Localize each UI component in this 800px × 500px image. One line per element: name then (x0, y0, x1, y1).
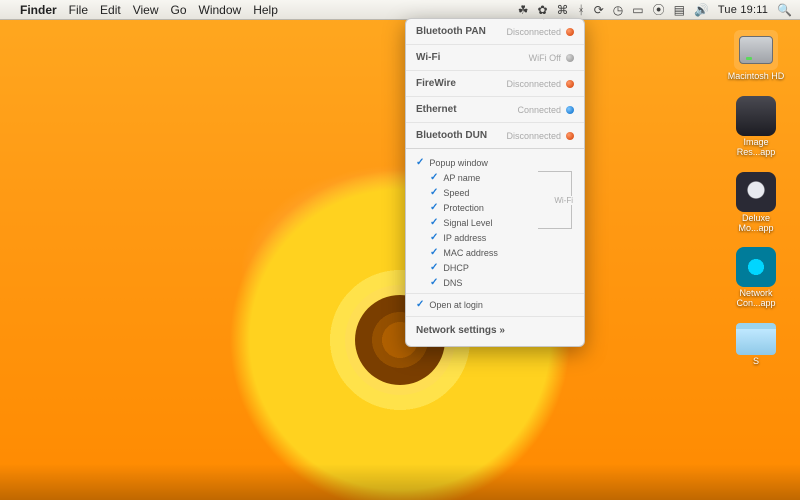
menu-bar-right: ☘ ✿ ⌘ ᚼ ⟳ ◷ ▭ ⦿ ▤ 🔊 Tue 19:11 🔍 (518, 1, 792, 18)
interface-row-bluetooth-dun[interactable]: Bluetooth DUN Disconnected (406, 123, 584, 149)
option-label: MAC address (443, 248, 498, 258)
interface-name: Bluetooth DUN (416, 130, 487, 141)
interface-status: Connected (517, 105, 574, 115)
interface-status: WiFi Off (529, 53, 574, 63)
wifi-options-bracket: Wi-Fi (538, 171, 572, 229)
status-dot-icon (566, 28, 574, 36)
option-label: AP name (443, 173, 480, 183)
check-icon: ✓ (430, 277, 438, 288)
check-icon: ✓ (430, 202, 438, 213)
interface-status: Disconnected (506, 27, 574, 37)
wifi-icon[interactable]: ⦿ (653, 1, 665, 18)
option-label: Protection (443, 203, 484, 213)
volume-icon[interactable]: 🔊 (694, 3, 709, 17)
menu-bar: Finder File Edit View Go Window Help ☘ ✿… (0, 0, 800, 20)
menu-view[interactable]: View (133, 3, 159, 17)
option-label: DNS (443, 278, 462, 288)
interface-name: FireWire (416, 78, 456, 89)
option-mac-address[interactable]: ✓ MAC address (416, 245, 574, 260)
status-dot-icon (566, 54, 574, 62)
desktop-icon-network-con-app[interactable]: Network Con...app (720, 247, 792, 309)
check-icon: ✓ (430, 187, 438, 198)
check-icon: ✓ (430, 247, 438, 258)
app-menu[interactable]: Finder (20, 3, 57, 17)
spotlight-icon[interactable]: 🔍 (777, 3, 792, 17)
status-dot-icon (566, 132, 574, 140)
folder-icon (736, 323, 776, 355)
desktop-icons: Macintosh HD Image Res...app Deluxe Mo..… (720, 30, 792, 367)
desktop-icon-image-res-app[interactable]: Image Res...app (720, 96, 792, 158)
option-popup-window[interactable]: ✓ Popup window (416, 155, 574, 170)
app-icon (736, 247, 776, 287)
status-icon[interactable]: ⌘ (557, 3, 569, 17)
interface-name: Bluetooth PAN (416, 26, 486, 37)
battery-icon[interactable]: ▭ (632, 3, 643, 17)
option-label: Speed (443, 188, 469, 198)
check-icon: ✓ (416, 157, 424, 168)
popup-options: ✓ Popup window ✓ AP name ✓ Speed ✓ Protecti… (406, 149, 584, 316)
check-icon: ✓ (430, 217, 438, 228)
sync-icon[interactable]: ⟳ (594, 3, 604, 17)
check-icon: ✓ (416, 299, 424, 310)
menu-file[interactable]: File (69, 3, 88, 17)
interface-name: Wi-Fi (416, 52, 440, 63)
status-icon[interactable]: ☘ (518, 3, 529, 17)
menu-help[interactable]: Help (253, 3, 278, 17)
input-flag-icon[interactable]: ▤ (674, 3, 685, 17)
interface-row-ethernet[interactable]: Ethernet Connected (406, 97, 584, 123)
app-icon (736, 96, 776, 136)
interface-row-firewire[interactable]: FireWire Disconnected (406, 71, 584, 97)
icon-label: Deluxe Mo...app (724, 214, 788, 234)
interface-status: Disconnected (506, 79, 574, 89)
hd-icon (734, 30, 778, 70)
check-icon: ✓ (430, 262, 438, 273)
wifi-bracket-label: Wi-Fi (552, 196, 575, 205)
menu-go[interactable]: Go (171, 3, 187, 17)
option-label: IP address (443, 233, 486, 243)
option-label: Popup window (429, 158, 488, 168)
dock-shadow (0, 464, 800, 500)
option-ip-address[interactable]: ✓ IP address (416, 230, 574, 245)
interface-status: Disconnected (506, 131, 574, 141)
option-label: Open at login (429, 300, 483, 310)
menu-edit[interactable]: Edit (100, 3, 121, 17)
timemachine-icon[interactable]: ◷ (613, 3, 623, 17)
option-open-at-login[interactable]: ✓ Open at login (416, 297, 574, 312)
bluetooth-icon[interactable]: ᚼ (578, 3, 585, 17)
network-settings-link[interactable]: Network settings (406, 316, 584, 346)
icon-label: Network Con...app (724, 289, 788, 309)
icon-label: Image Res...app (724, 138, 788, 158)
status-dot-icon (566, 80, 574, 88)
icon-label: S (753, 357, 759, 367)
desktop-icon-folder-s[interactable]: S (720, 323, 792, 367)
option-label: Signal Level (443, 218, 492, 228)
desktop-icon-macintosh-hd[interactable]: Macintosh HD (720, 30, 792, 82)
check-icon: ✓ (430, 232, 438, 243)
status-dot-icon (566, 106, 574, 114)
desktop-icon-deluxe-mo-app[interactable]: Deluxe Mo...app (720, 172, 792, 234)
icon-label: Macintosh HD (728, 72, 785, 82)
option-dhcp[interactable]: ✓ DHCP (416, 260, 574, 275)
menubar-clock[interactable]: Tue 19:11 (718, 4, 768, 16)
menu-window[interactable]: Window (199, 3, 242, 17)
network-status-popup: Bluetooth PAN Disconnected Wi-Fi WiFi Of… (405, 18, 585, 347)
app-icon (736, 172, 776, 212)
status-icon[interactable]: ✿ (537, 3, 547, 17)
interface-name: Ethernet (416, 104, 457, 115)
option-separator (406, 293, 584, 294)
option-dns[interactable]: ✓ DNS (416, 275, 574, 290)
interface-row-wifi[interactable]: Wi-Fi WiFi Off (406, 45, 584, 71)
desktop-wallpaper (0, 0, 800, 500)
option-label: DHCP (443, 263, 469, 273)
check-icon: ✓ (430, 172, 438, 183)
menu-bar-left: Finder File Edit View Go Window Help (8, 3, 278, 17)
